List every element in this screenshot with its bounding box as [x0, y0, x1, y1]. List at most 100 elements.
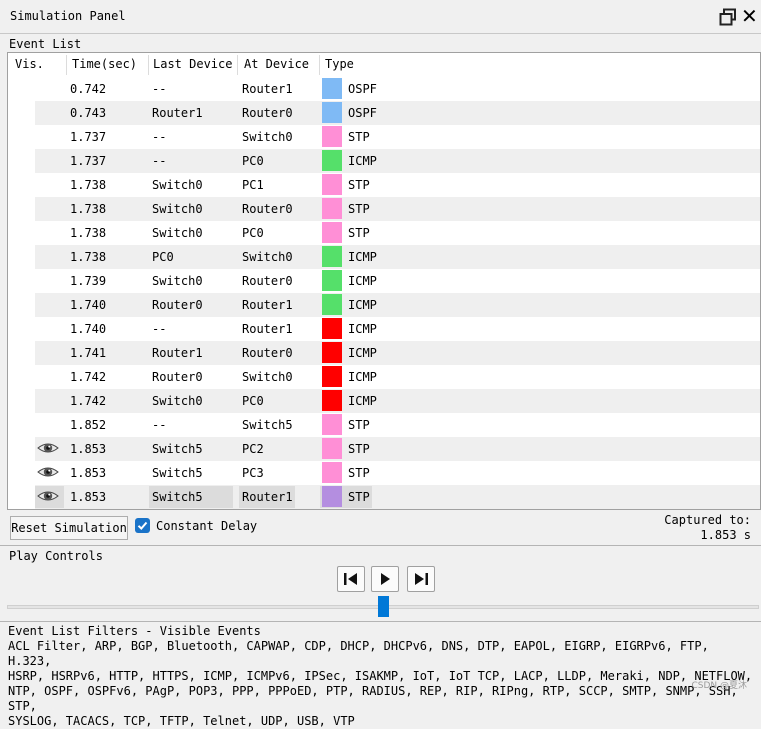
captured-to-readout: Captured to: 1.853 s — [664, 513, 751, 543]
event-time: 1.852 — [70, 418, 107, 432]
event-type-color-swatch — [322, 366, 342, 387]
play-controls — [7, 565, 761, 620]
event-row[interactable]: 1.739 Switch0 Router0 ICMP — [8, 269, 760, 293]
event-type-color-swatch — [322, 102, 342, 123]
event-time: 0.742 — [70, 82, 107, 96]
filters-label: Event List Filters - Visible Events — [8, 624, 261, 638]
captured-to-value: 1.853 s — [700, 528, 751, 542]
event-type-color-swatch — [322, 318, 342, 339]
event-at-device: PC0 — [242, 154, 264, 168]
event-time: 1.738 — [70, 226, 107, 240]
play-icon — [381, 573, 390, 585]
event-last-device: -- — [152, 82, 167, 96]
event-type-color-swatch — [322, 126, 342, 147]
event-at-device: Router1 — [242, 322, 293, 336]
event-type: ICMP — [348, 346, 377, 360]
event-time: 1.740 — [70, 322, 107, 336]
event-type: ICMP — [348, 322, 377, 336]
event-type-color-swatch — [322, 222, 342, 243]
event-type-color-swatch — [322, 486, 342, 507]
event-time: 1.742 — [70, 370, 107, 384]
close-icon[interactable]: ✕ — [741, 6, 758, 26]
constant-delay-label: Constant Delay — [156, 519, 258, 533]
event-row[interactable]: 0.743 Router1 Router0 OSPF — [8, 101, 760, 125]
column-header-vis[interactable]: Vis. — [15, 57, 44, 71]
restore-window-icon[interactable] — [719, 8, 737, 26]
event-row[interactable]: 1.740 Router0 Router1 ICMP — [8, 293, 760, 317]
event-last-device: Router1 — [152, 106, 203, 120]
event-row[interactable]: 1.737 -- Switch0 STP — [8, 125, 760, 149]
event-time: 1.738 — [70, 250, 107, 264]
event-row[interactable]: 1.852 -- Switch5 STP — [8, 413, 760, 437]
event-type: ICMP — [348, 154, 377, 168]
event-row[interactable]: 1.853 Switch5 Router1 STP — [8, 485, 760, 509]
event-type: OSPF — [348, 106, 377, 120]
event-type: STP — [348, 418, 370, 432]
column-header-last-device[interactable]: Last Device — [153, 57, 232, 71]
play-button[interactable] — [371, 566, 399, 592]
capture-forward-button[interactable] — [407, 566, 435, 592]
event-type: ICMP — [348, 370, 377, 384]
event-at-device: Switch5 — [242, 418, 293, 432]
event-type-color-swatch — [322, 270, 342, 291]
event-at-device: PC0 — [242, 394, 264, 408]
event-at-device: Router1 — [242, 82, 293, 96]
simulation-controls-bar: Reset Simulation Constant Delay Captured… — [7, 512, 761, 544]
event-last-device: Router0 — [152, 370, 203, 384]
event-time: 1.738 — [70, 202, 107, 216]
event-time: 0.743 — [70, 106, 107, 120]
event-last-device: Switch0 — [152, 394, 203, 408]
event-type-color-swatch — [322, 294, 342, 315]
event-at-device: Switch0 — [242, 250, 293, 264]
event-row[interactable]: 1.742 Router0 Switch0 ICMP — [8, 365, 760, 389]
event-row[interactable]: 0.742 -- Router1 OSPF — [8, 77, 760, 101]
event-row[interactable]: 1.741 Router1 Router0 ICMP — [8, 341, 760, 365]
event-type: STP — [348, 202, 370, 216]
event-type: OSPF — [348, 82, 377, 96]
event-time: 1.737 — [70, 154, 107, 168]
event-type-color-swatch — [322, 342, 342, 363]
event-type: STP — [348, 466, 370, 480]
event-row[interactable]: 1.740 -- Router1 ICMP — [8, 317, 760, 341]
event-type-color-swatch — [322, 174, 342, 195]
event-type-color-swatch — [322, 462, 342, 483]
event-time: 1.740 — [70, 298, 107, 312]
event-type-color-swatch — [322, 198, 342, 219]
event-type: STP — [348, 130, 370, 144]
event-type: ICMP — [348, 298, 377, 312]
event-list-table: Vis. Time(sec) Last Device At Device Typ… — [7, 52, 761, 510]
event-last-device: Switch5 — [152, 490, 203, 504]
event-row[interactable]: 1.742 Switch0 PC0 ICMP — [8, 389, 760, 413]
event-last-device: PC0 — [152, 250, 174, 264]
event-time: 1.738 — [70, 178, 107, 192]
event-row[interactable]: 1.738 Switch0 Router0 STP — [8, 197, 760, 221]
back-button[interactable] — [337, 566, 365, 592]
event-type: ICMP — [348, 274, 377, 288]
event-type: ICMP — [348, 250, 377, 264]
column-header-at-device[interactable]: At Device — [244, 57, 309, 71]
event-row[interactable]: 1.853 Switch5 PC2 STP — [8, 437, 760, 461]
event-at-device: Router0 — [242, 346, 293, 360]
event-type: STP — [348, 490, 370, 504]
skip-back-icon — [344, 573, 357, 585]
event-at-device: PC2 — [242, 442, 264, 456]
window-title: Simulation Panel — [10, 9, 126, 23]
column-header-type[interactable]: Type — [325, 57, 354, 71]
event-last-device: -- — [152, 154, 167, 168]
play-speed-slider-thumb[interactable] — [378, 596, 389, 617]
reset-simulation-button[interactable]: Reset Simulation — [10, 516, 128, 540]
event-last-device: Switch5 — [152, 442, 203, 456]
event-row[interactable]: 1.738 Switch0 PC1 STP — [8, 173, 760, 197]
event-row[interactable]: 1.738 PC0 Switch0 ICMP — [8, 245, 760, 269]
event-type-color-swatch — [322, 78, 342, 99]
event-row[interactable]: 1.737 -- PC0 ICMP — [8, 149, 760, 173]
event-type-color-swatch — [322, 246, 342, 267]
event-last-device: Switch5 — [152, 466, 203, 480]
event-row[interactable]: 1.853 Switch5 PC3 STP — [8, 461, 760, 485]
constant-delay-checkbox[interactable] — [135, 518, 150, 533]
column-header-time[interactable]: Time(sec) — [72, 57, 137, 71]
event-time: 1.737 — [70, 130, 107, 144]
event-time: 1.853 — [70, 490, 107, 504]
event-row[interactable]: 1.738 Switch0 PC0 STP — [8, 221, 760, 245]
event-type-color-swatch — [322, 414, 342, 435]
